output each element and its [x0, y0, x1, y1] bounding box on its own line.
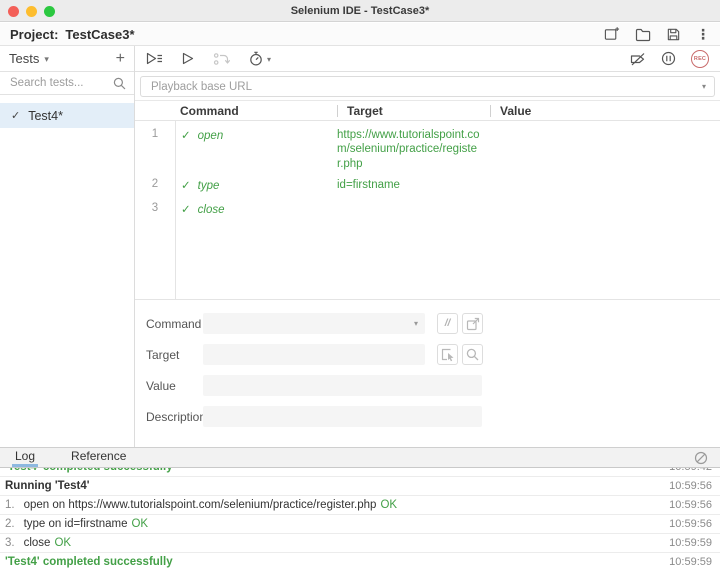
- tab-reference[interactable]: Reference: [68, 448, 129, 467]
- test-passed-check-icon: ✓: [11, 110, 21, 122]
- command-name: open: [197, 130, 224, 142]
- pause-on-exceptions-icon[interactable]: [661, 51, 676, 66]
- command-field-label: Command: [146, 316, 202, 331]
- selenium-ide-window: Selenium IDE - TestCase3* Project: TestC…: [0, 0, 720, 571]
- save-project-icon[interactable]: [666, 27, 681, 42]
- select-target-icon: [441, 348, 453, 361]
- command-target: https://www.tutorialspoint.com/selenium/…: [337, 129, 480, 170]
- run-all-tests-icon[interactable]: [146, 52, 163, 65]
- tab-log[interactable]: Log: [12, 448, 39, 467]
- step-over-icon[interactable]: [213, 52, 230, 66]
- log-entries: 'Test4' completed successfully 10:59:42 …: [0, 468, 720, 571]
- playback-toolbar: ▾ REC: [135, 46, 720, 72]
- column-header-target: Target: [337, 104, 383, 117]
- command-select[interactable]: ▾: [203, 313, 425, 334]
- open-window-icon: [466, 317, 479, 330]
- editor-panel: ▾ REC Playback base URL ▾ Command Target…: [135, 46, 720, 447]
- log-timestamp: 10:59:56: [669, 499, 712, 511]
- target-input[interactable]: [203, 344, 425, 365]
- command-target: id=firstname: [337, 179, 400, 192]
- select-target-button[interactable]: [437, 344, 458, 365]
- open-window-button[interactable]: [462, 313, 483, 334]
- minimize-window-button[interactable]: [26, 6, 37, 17]
- test-list-item-test4[interactable]: ✓ Test4*: [0, 103, 134, 128]
- tests-sidebar: Tests ▾ + ✓ Test4*: [0, 46, 135, 447]
- command-row-2[interactable]: 2 ✓ type id=firstname: [135, 171, 720, 195]
- add-test-button[interactable]: +: [116, 50, 125, 67]
- find-target-button[interactable]: [462, 344, 483, 365]
- command-table-body: 1 ✓ open https://www.tutorialspoint.com/s…: [135, 121, 720, 300]
- chevron-down-icon: ▾: [267, 54, 272, 64]
- log-timestamp: 10:59:42: [669, 468, 712, 473]
- description-input[interactable]: [203, 406, 482, 427]
- test-speed-icon[interactable]: ▾: [249, 51, 271, 66]
- window-title: Selenium IDE - TestCase3*: [290, 4, 430, 17]
- search-tests-input[interactable]: [8, 76, 113, 90]
- tests-dropdown[interactable]: Tests: [9, 51, 39, 66]
- row-number: 2: [151, 178, 159, 191]
- search-icon: [466, 348, 479, 361]
- command-passed-check-icon: ✓: [181, 204, 191, 217]
- record-button[interactable]: REC: [691, 49, 709, 68]
- test-name: Test4*: [28, 108, 63, 123]
- row-number: 1: [151, 128, 159, 140]
- log-timestamp: 10:59:59: [669, 556, 712, 568]
- new-project-icon[interactable]: [604, 26, 620, 42]
- test-search-box: [0, 71, 134, 95]
- command-row-3[interactable]: 3 ✓ close: [135, 195, 720, 219]
- description-field-label: Description: [146, 409, 207, 424]
- log-text: 'Test4' completed successfully: [5, 556, 173, 568]
- project-bar: Project: TestCase3* ⋮: [0, 23, 720, 46]
- zoom-window-button[interactable]: [44, 6, 55, 17]
- command-detail-form: Command ▾ // Target Value Description: [135, 313, 720, 437]
- command-name: type: [197, 180, 220, 193]
- log-text: type on id=firstname: [23, 518, 128, 530]
- log-entry: Running 'Test4' 10:59:56: [0, 477, 720, 496]
- log-timestamp: 10:59:56: [669, 518, 712, 530]
- command-name: close: [197, 204, 225, 217]
- log-panel: Log Reference 'Test4' completed successf…: [0, 447, 720, 571]
- log-text: open on https://www.tutorialspoint.com/s…: [23, 499, 377, 511]
- chevron-down-icon[interactable]: ▾: [702, 82, 706, 91]
- command-table-header: Command Target Value: [135, 100, 720, 121]
- log-text: 'Test4' completed successfully: [5, 468, 173, 473]
- project-menu-icon[interactable]: ⋮: [696, 27, 710, 41]
- command-row-1[interactable]: 1 ✓ open https://www.tutorialspoint.com/s…: [135, 121, 720, 171]
- log-entry: 1. open on https://www.tutorialspoint.co…: [0, 496, 720, 515]
- log-tab-bar: Log Reference: [0, 447, 720, 468]
- command-passed-check-icon: ✓: [181, 180, 191, 193]
- toggle-comment-button[interactable]: //: [437, 313, 458, 334]
- chevron-down-icon: ▾: [413, 319, 418, 328]
- value-field-label: Value: [146, 378, 176, 393]
- target-field-label: Target: [146, 347, 180, 362]
- column-header-value: Value: [490, 104, 531, 117]
- log-text: Running 'Test4': [5, 480, 90, 492]
- clear-log-button[interactable]: [694, 448, 708, 467]
- command-passed-check-icon: ✓: [181, 130, 191, 142]
- value-input[interactable]: [203, 375, 482, 396]
- row-number: 3: [151, 202, 159, 215]
- chevron-down-icon[interactable]: ▾: [44, 54, 49, 65]
- log-entry: 3. close OK 10:59:59: [0, 534, 720, 553]
- window-controls: [8, 6, 55, 17]
- log-entry: 'Test4' completed successfully 10:59:59: [0, 553, 720, 571]
- log-timestamp: 10:59:59: [669, 537, 712, 549]
- playback-base-url-input[interactable]: [149, 79, 696, 94]
- titlebar: Selenium IDE - TestCase3*: [0, 0, 720, 22]
- log-text: close: [23, 537, 51, 549]
- log-entry: 2. type on id=firstname OK 10:59:56: [0, 515, 720, 534]
- open-project-icon[interactable]: [635, 27, 651, 42]
- playback-base-url-box: ▾: [140, 76, 715, 97]
- project-name: TestCase3*: [65, 26, 135, 42]
- column-header-command: Command: [180, 103, 239, 118]
- disable-breakpoints-icon[interactable]: [629, 52, 646, 66]
- run-current-test-icon[interactable]: [182, 52, 194, 65]
- log-entry: 'Test4' completed successfully 10:59:42: [0, 468, 720, 477]
- close-window-button[interactable]: [8, 6, 19, 17]
- clear-log-icon: [694, 451, 708, 464]
- comment-slashes-icon: //: [444, 318, 451, 329]
- log-timestamp: 10:59:56: [669, 480, 712, 492]
- project-label: Project:: [10, 26, 59, 42]
- search-icon: [113, 77, 126, 89]
